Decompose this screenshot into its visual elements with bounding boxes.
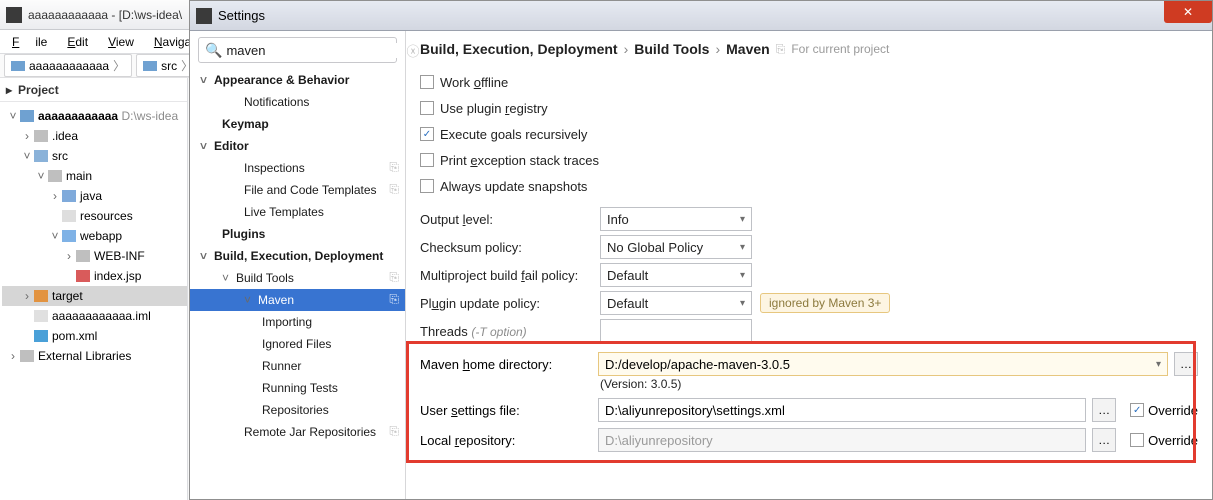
chk-override-local-repo[interactable] xyxy=(1130,433,1144,447)
main-window-title: aaaaaaaaaaaa - [D:\ws-idea\ xyxy=(28,8,182,22)
cat-running-tests[interactable]: Running Tests xyxy=(190,377,405,399)
lbl-override-2: Override xyxy=(1148,433,1198,448)
input-local-repo: D:\aliyunrepository xyxy=(598,428,1086,452)
cat-plugins[interactable]: Plugins xyxy=(190,223,405,245)
select-multiproj[interactable]: Default▾ xyxy=(600,263,752,287)
crumb-build-tools[interactable]: Build Tools xyxy=(634,41,709,57)
tree-src-folder[interactable]: ˅src xyxy=(2,146,187,166)
chk-override-user-settings[interactable] xyxy=(1130,403,1144,417)
tree-target-folder[interactable]: ›target xyxy=(2,286,187,306)
menu-file[interactable]: File xyxy=(4,33,55,51)
settings-title-bar: Settings ✕ xyxy=(190,1,1212,31)
cat-editor[interactable]: ˅Editor xyxy=(190,135,405,157)
browse-user-settings-button[interactable]: … xyxy=(1092,398,1116,422)
project-scope-icon: ⎘ xyxy=(389,292,399,307)
lbl-user-settings: User settings file: xyxy=(420,403,592,418)
intellij-icon xyxy=(196,8,212,24)
tree-webapp-folder[interactable]: ˅webapp xyxy=(2,226,187,246)
cat-repositories[interactable]: Repositories xyxy=(190,399,405,421)
lbl-always-update: Always update snapshots xyxy=(440,179,587,194)
breadcrumb-root[interactable]: aaaaaaaaaaaa〉 xyxy=(4,54,132,77)
lbl-work-offline: Work offline xyxy=(440,75,508,90)
cat-runner[interactable]: Runner xyxy=(190,355,405,377)
select-output-level[interactable]: Info▾ xyxy=(600,207,752,231)
warn-plugin-update: ignored by Maven 3+ xyxy=(760,293,890,313)
chk-work-offline[interactable] xyxy=(420,75,434,89)
tree-module-root[interactable]: ˅aaaaaaaaaaaa D:\ws-idea xyxy=(2,106,187,126)
settings-category-tree: ˅Appearance & Behavior Notifications Key… xyxy=(190,69,405,499)
input-threads[interactable] xyxy=(600,319,752,343)
lbl-maven-home: Maven home directory: xyxy=(420,357,592,372)
tree-main-folder[interactable]: ˅main xyxy=(2,166,187,186)
project-header-label: Project xyxy=(18,83,59,97)
project-panel-header[interactable]: ▸ Project xyxy=(0,78,187,102)
lbl-output-level: Output level: xyxy=(420,212,592,227)
project-scope-icon: ⎘ xyxy=(776,42,786,57)
cat-maven[interactable]: ˅Maven⎘ xyxy=(190,289,405,311)
settings-dialog: Settings ✕ 🔍 ⓧ ˅Appearance & Behavior No… xyxy=(189,0,1213,500)
cat-build-tools[interactable]: ˅Build Tools⎘ xyxy=(190,267,405,289)
tree-pom-file[interactable]: pom.xml xyxy=(2,326,187,346)
project-scope-icon: ⎘ xyxy=(389,182,399,197)
browse-maven-home-button[interactable]: … xyxy=(1174,352,1198,376)
menu-view[interactable]: View xyxy=(100,33,142,51)
project-tree: ˅aaaaaaaaaaaa D:\ws-idea ›.idea ˅src ˅ma… xyxy=(0,102,187,366)
tree-webinf-folder[interactable]: ›WEB-INF xyxy=(2,246,187,266)
search-icon: 🔍 xyxy=(205,42,222,59)
cat-file-code-templates[interactable]: File and Code Templates⎘ xyxy=(190,179,405,201)
lbl-plugin-update: Plugin update policy: xyxy=(420,296,592,311)
input-user-settings[interactable]: D:\aliyunrepository\settings.xml xyxy=(598,398,1086,422)
settings-search-input[interactable] xyxy=(226,43,402,58)
intellij-icon xyxy=(6,7,22,23)
crumb-hint: For current project xyxy=(791,42,889,56)
crumb-bed[interactable]: Build, Execution, Deployment xyxy=(420,41,618,57)
settings-left-pane: 🔍 ⓧ ˅Appearance & Behavior Notifications… xyxy=(190,31,406,499)
cat-ignored-files[interactable]: Ignored Files xyxy=(190,333,405,355)
cat-importing[interactable]: Importing xyxy=(190,311,405,333)
settings-content-pane: Build, Execution, Deployment› Build Tool… xyxy=(406,31,1212,499)
tree-iml-file[interactable]: aaaaaaaaaaaa.iml xyxy=(2,306,187,326)
chk-print-exc[interactable] xyxy=(420,153,434,167)
select-checksum[interactable]: No Global Policy▾ xyxy=(600,235,752,259)
settings-breadcrumb: Build, Execution, Deployment› Build Tool… xyxy=(420,41,1198,57)
project-scope-icon: ⎘ xyxy=(389,160,399,175)
cat-appearance[interactable]: ˅Appearance & Behavior xyxy=(190,69,405,91)
crumb-maven: Maven xyxy=(726,41,770,57)
project-scope-icon: ⎘ xyxy=(389,270,399,285)
settings-title: Settings xyxy=(218,8,265,23)
cat-inspections[interactable]: Inspections⎘ xyxy=(190,157,405,179)
window-close-button[interactable]: ✕ xyxy=(1164,1,1212,23)
lbl-print-exc: Print exception stack traces xyxy=(440,153,599,168)
lbl-exec-goals: Execute goals recursively xyxy=(440,127,587,142)
lbl-override-1: Override xyxy=(1148,403,1198,418)
lbl-plugin-registry: Use plugin registry xyxy=(440,101,548,116)
lbl-multiproj: Multiproject build fail policy: xyxy=(420,268,592,283)
tree-index-jsp[interactable]: index.jsp xyxy=(2,266,187,286)
browse-local-repo-button[interactable]: … xyxy=(1092,428,1116,452)
select-plugin-update[interactable]: Default▾ xyxy=(600,291,752,315)
chk-exec-goals[interactable] xyxy=(420,127,434,141)
tree-idea-folder[interactable]: ›.idea xyxy=(2,126,187,146)
cat-notifications[interactable]: Notifications xyxy=(190,91,405,113)
tree-resources-folder[interactable]: resources xyxy=(2,206,187,226)
project-scope-icon: ⎘ xyxy=(389,424,399,439)
tree-java-folder[interactable]: ›java xyxy=(2,186,187,206)
chk-plugin-registry[interactable] xyxy=(420,101,434,115)
lbl-checksum: Checksum policy: xyxy=(420,240,592,255)
project-tool-window: ▸ Project ˅aaaaaaaaaaaa D:\ws-idea ›.ide… xyxy=(0,78,188,500)
lbl-local-repo: Local repository: xyxy=(420,433,592,448)
settings-search[interactable]: 🔍 ⓧ xyxy=(198,37,397,63)
menu-edit[interactable]: Edit xyxy=(59,33,96,51)
cat-keymap[interactable]: Keymap xyxy=(190,113,405,135)
chk-always-update[interactable] xyxy=(420,179,434,193)
cat-bed[interactable]: ˅Build, Execution, Deployment xyxy=(190,245,405,267)
cat-live-templates[interactable]: Live Templates xyxy=(190,201,405,223)
cat-remote-jar-repos[interactable]: Remote Jar Repositories⎘ xyxy=(190,421,405,443)
lbl-maven-version: (Version: 3.0.5) xyxy=(600,377,1198,391)
lbl-threads: Threads (-T option) xyxy=(420,324,592,339)
input-maven-home[interactable]: D:/develop/apache-maven-3.0.5▾ xyxy=(598,352,1168,376)
project-header-icon: ▸ xyxy=(6,83,12,97)
tree-external-libs[interactable]: ›External Libraries xyxy=(2,346,187,366)
